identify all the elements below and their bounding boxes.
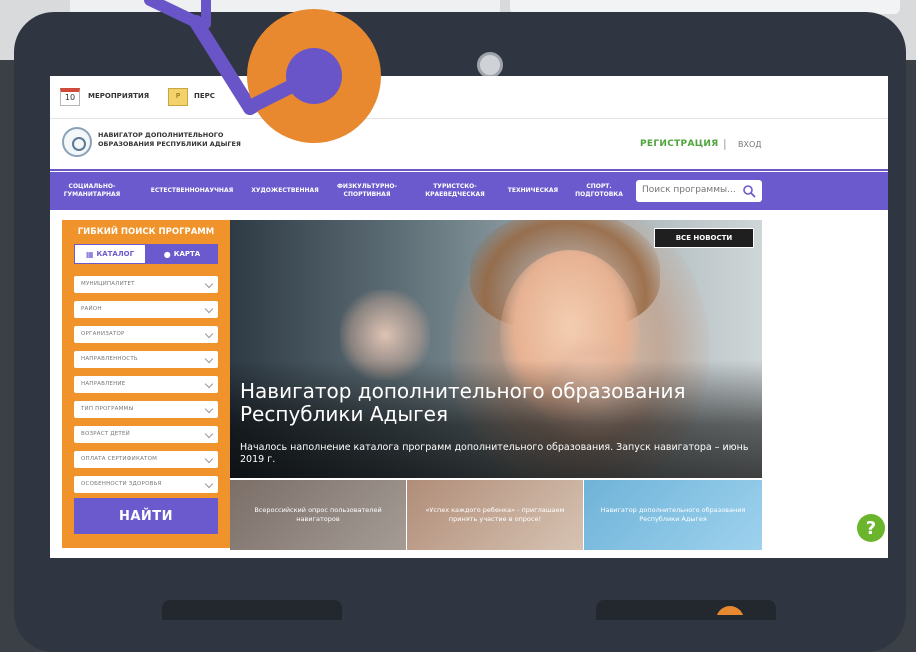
filter-health[interactable]: ОСОБЕННОСТИ ЗДОРОВЬЯ <box>74 476 218 493</box>
filter-label: РАЙОН <box>81 306 102 312</box>
map-pin-icon: ● <box>163 249 171 259</box>
chevron-down-icon <box>204 454 214 464</box>
nav-item-art[interactable]: ХУДОЖЕСТВЕННАЯ <box>246 172 324 210</box>
filter-municipality[interactable]: МУНИЦИПАЛИТЕТ <box>74 276 218 293</box>
news-card-title: Навигатор дополнительного образования Ре… <box>600 506 746 523</box>
filter-direction[interactable]: НАПРАВЛЕНИЕ <box>74 376 218 393</box>
nav-item-science[interactable]: ЕСТЕСТВЕННОНАУЧНАЯ <box>144 172 240 210</box>
chevron-down-icon <box>204 354 214 364</box>
site-title[interactable]: НАВИГАТОР ДОПОЛНИТЕЛЬНОГО ОБРАЗОВАНИЯ РЕ… <box>98 131 258 149</box>
search-box <box>636 180 762 202</box>
all-news-button[interactable]: ВСЕ НОВОСТИ <box>654 228 754 248</box>
search-icon[interactable] <box>742 184 756 198</box>
nav-item-tourism[interactable]: ТУРИСТСКО-КРАЕВЕДЧЕСКАЯ <box>416 172 494 210</box>
news-card[interactable]: «Успех каждого ребенка» - приглашаем при… <box>407 480 583 550</box>
header-separator: | <box>723 137 727 150</box>
chevron-down-icon <box>204 304 214 314</box>
tab-catalog[interactable]: ▦ КАТАЛОГ <box>74 244 146 264</box>
category-nav: СОЦИАЛЬНО-ГУМАНИТАРНАЯ ЕСТЕСТВЕННОНАУЧНА… <box>50 172 888 210</box>
hero-banner[interactable]: ВСЕ НОВОСТИ Навигатор дополнительного об… <box>230 220 762 478</box>
tab-map-label: КАРТА <box>173 250 201 258</box>
filter-focus[interactable]: НАПРАВЛЕННОСТЬ <box>74 351 218 368</box>
filter-label: ВОЗРАСТ ДЕТЕЙ <box>81 431 130 437</box>
nav-item-social[interactable]: СОЦИАЛЬНО-ГУМАНИТАРНАЯ <box>58 172 126 210</box>
filter-program-type[interactable]: ТИП ПРОГРАММЫ <box>74 401 218 418</box>
logo-icon[interactable] <box>62 127 92 157</box>
search-input[interactable] <box>642 185 740 195</box>
camera-icon <box>477 52 503 78</box>
filter-label: НАПРАВЛЕНИЕ <box>81 381 126 387</box>
news-card[interactable]: Навигатор дополнительного образования Ре… <box>584 480 762 550</box>
chevron-down-icon <box>204 404 214 414</box>
personal-icon[interactable]: P <box>168 88 188 106</box>
filter-label: ОРГАНИЗАТОР <box>81 331 125 337</box>
filter-label: ОСОБЕННОСТИ ЗДОРОВЬЯ <box>81 481 162 487</box>
events-link[interactable]: МЕРОПРИЯТИЯ <box>88 92 149 100</box>
nav-item-technical[interactable]: ТЕХНИЧЕСКАЯ <box>500 172 566 210</box>
news-card-title: Всероссийский опрос пользователей навига… <box>254 506 382 523</box>
calendar-icon[interactable]: 10 <box>60 88 80 106</box>
tab-map[interactable]: ● КАРТА <box>146 244 218 264</box>
tablet-screen: 10 МЕРОПРИЯТИЯ P ПЕРС НАВИГАТОР ДОПОЛНИТ… <box>50 76 888 558</box>
chevron-down-icon <box>204 279 214 289</box>
filter-panel: ГИБКИЙ ПОИСК ПРОГРАММ ▦ КАТАЛОГ ● КАРТА … <box>62 220 230 548</box>
tablet-edge <box>162 600 342 620</box>
filter-district[interactable]: РАЙОН <box>74 301 218 318</box>
tablet-edge <box>596 600 776 620</box>
chevron-down-icon <box>204 379 214 389</box>
filter-label: НАПРАВЛЕННОСТЬ <box>81 356 138 362</box>
hero-title: Навигатор дополнительного образования Ре… <box>240 379 686 426</box>
chevron-down-icon <box>204 479 214 489</box>
top-strip: 10 МЕРОПРИЯТИЯ P ПЕРС <box>50 76 888 119</box>
chevron-down-icon <box>204 429 214 439</box>
news-card-title: «Успех каждого ребенка» - приглашаем при… <box>425 506 565 523</box>
filter-panel-title: ГИБКИЙ ПОИСК ПРОГРАММ <box>77 227 215 237</box>
filter-organizer[interactable]: ОРГАНИЗАТОР <box>74 326 218 343</box>
personal-link[interactable]: ПЕРС <box>194 92 250 100</box>
nav-item-sport-training[interactable]: СПОРТ. ПОДГОТОВКА <box>570 172 628 210</box>
find-button[interactable]: НАЙТИ <box>74 498 218 534</box>
chevron-down-icon <box>204 329 214 339</box>
register-link[interactable]: РЕГИСТРАЦИЯ <box>640 139 718 149</box>
site-header: НАВИГАТОР ДОПОЛНИТЕЛЬНОГО ОБРАЗОВАНИЯ РЕ… <box>50 119 888 169</box>
filter-label: ТИП ПРОГРАММЫ <box>81 406 134 412</box>
nav-item-sport[interactable]: ФИЗКУЛЬТУРНО-СПОРТИВНАЯ <box>330 172 404 210</box>
filter-label: ОПЛАТА СЕРТИФИКАТОМ <box>81 456 158 462</box>
grid-icon: ▦ <box>85 249 94 259</box>
news-card[interactable]: Всероссийский опрос пользователей навига… <box>230 480 406 550</box>
filter-certificate[interactable]: ОПЛАТА СЕРТИФИКАТОМ <box>74 451 218 468</box>
hero-subtitle: Началось наполнение каталога программ до… <box>240 442 749 465</box>
filter-label: МУНИЦИПАЛИТЕТ <box>81 281 135 287</box>
help-icon[interactable]: ? <box>857 514 885 542</box>
tab-catalog-label: КАТАЛОГ <box>96 250 135 258</box>
login-link[interactable]: ВХОД <box>738 140 762 149</box>
filter-age[interactable]: ВОЗРАСТ ДЕТЕЙ <box>74 426 218 443</box>
header-divider <box>50 169 888 171</box>
